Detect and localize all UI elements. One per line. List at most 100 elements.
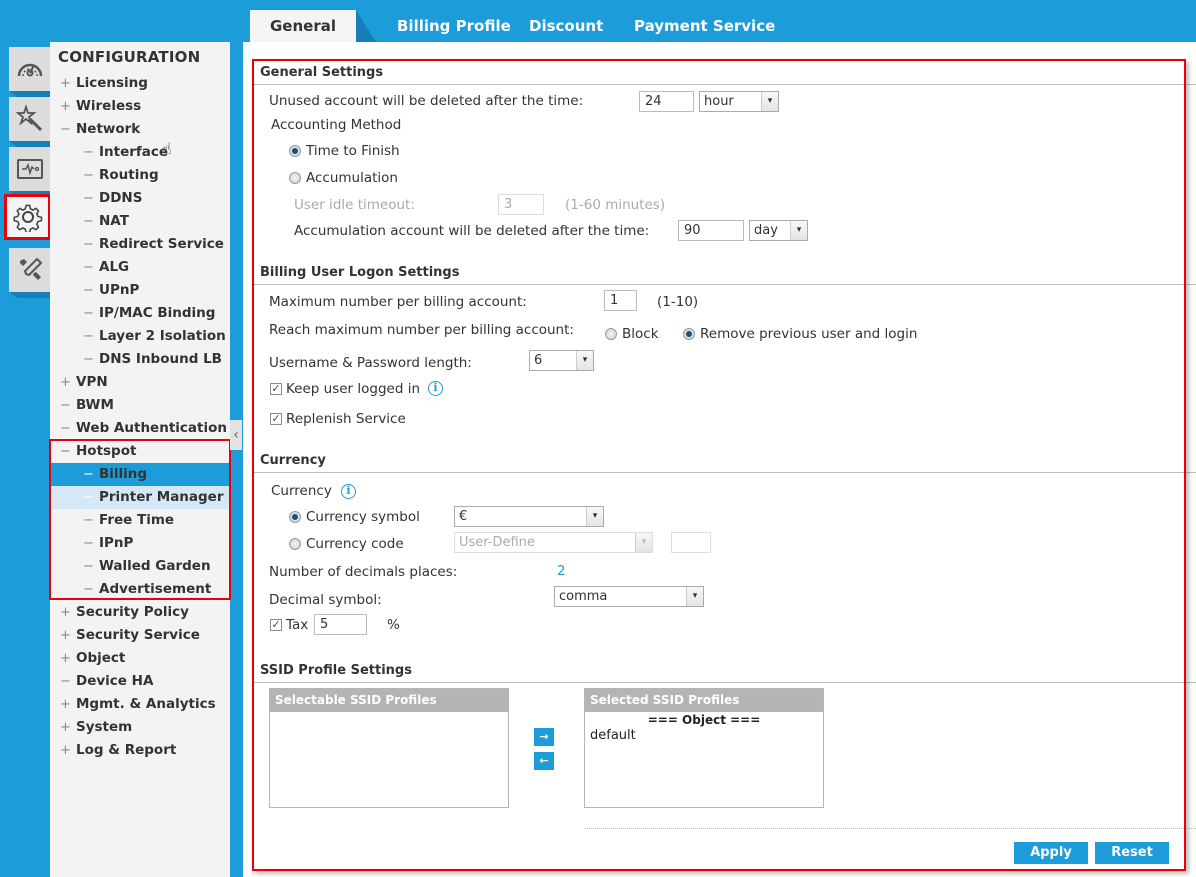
tab-billing-profile[interactable]: Billing Profile bbox=[397, 10, 511, 42]
reset-button[interactable]: Reset bbox=[1095, 842, 1169, 864]
accumulation-delete-unit-select[interactable]: day ▾ bbox=[749, 220, 808, 241]
nav-item-log-report[interactable]: + Log & Report bbox=[50, 739, 230, 762]
tab-general[interactable]: General bbox=[250, 10, 356, 42]
collapse-icon: − bbox=[83, 306, 94, 321]
nav-item-hotspot[interactable]: − Hotspot bbox=[50, 440, 230, 463]
nav-item-ipnp[interactable]: − IPnP bbox=[50, 532, 230, 555]
nav-item-wireless[interactable]: + Wireless bbox=[50, 95, 230, 118]
chevron-down-icon: ▾ bbox=[635, 533, 652, 552]
chevron-down-icon: ▾ bbox=[790, 221, 807, 240]
collapse-icon: − bbox=[83, 260, 94, 275]
nav-item-device-ha[interactable]: − Device HA bbox=[50, 670, 230, 693]
nav-item-free-time[interactable]: − Free Time bbox=[50, 509, 230, 532]
nav-item-label: UPnP bbox=[99, 282, 140, 298]
rail-dashboard[interactable] bbox=[9, 47, 50, 91]
max-number-label: Maximum number per billing account: bbox=[269, 294, 527, 310]
block-label: Block bbox=[622, 326, 659, 342]
replenish-service-checkbox[interactable]: ✓ bbox=[270, 413, 282, 425]
idle-timeout-input[interactable]: 3 bbox=[498, 194, 544, 215]
move-left-button[interactable]: ← bbox=[534, 752, 554, 770]
nav-item-object[interactable]: + Object bbox=[50, 647, 230, 670]
info-icon[interactable]: i bbox=[341, 484, 356, 499]
remove-previous-radio[interactable] bbox=[683, 328, 695, 340]
accumulation-delete-label: Accumulation account will be deleted aft… bbox=[294, 223, 650, 239]
expand-icon: + bbox=[60, 375, 71, 390]
collapse-icon: − bbox=[60, 398, 71, 413]
tax-label: Tax bbox=[286, 617, 309, 633]
block-radio[interactable] bbox=[605, 328, 617, 340]
collapse-nav-handle[interactable]: ‹ bbox=[230, 420, 242, 450]
nav-item-licensing[interactable]: + Licensing bbox=[50, 72, 230, 95]
max-number-input[interactable]: 1 bbox=[604, 290, 637, 311]
nav-item-interface[interactable]: − Interface bbox=[50, 141, 230, 164]
nav-item-security-policy[interactable]: + Security Policy bbox=[50, 601, 230, 624]
currency-code-value: User-Define bbox=[459, 535, 535, 550]
accumulation-radio[interactable] bbox=[289, 172, 301, 184]
time-to-finish-radio[interactable] bbox=[289, 145, 301, 157]
keep-logged-in-checkbox[interactable]: ✓ bbox=[270, 383, 282, 395]
collapse-icon: − bbox=[83, 352, 94, 367]
collapse-icon: − bbox=[83, 168, 94, 183]
nav-item-billing[interactable]: − Billing bbox=[50, 463, 230, 486]
list-item[interactable]: default bbox=[585, 728, 823, 746]
decimal-symbol-select[interactable]: comma ▾ bbox=[554, 586, 704, 607]
unused-account-unit-select[interactable]: hour ▾ bbox=[699, 91, 779, 112]
tab-discount[interactable]: Discount bbox=[529, 10, 603, 42]
nav-item-upnp[interactable]: − UPnP bbox=[50, 279, 230, 302]
nav-item-walled-garden[interactable]: − Walled Garden bbox=[50, 555, 230, 578]
decimal-symbol-value: comma bbox=[559, 589, 608, 604]
apply-button[interactable]: Apply bbox=[1014, 842, 1088, 864]
expand-icon: + bbox=[60, 743, 71, 758]
nav-item-vpn[interactable]: + VPN bbox=[50, 371, 230, 394]
nav-item-bwm[interactable]: − BWM bbox=[50, 394, 230, 417]
info-icon[interactable]: i bbox=[428, 381, 443, 396]
nav-item-label: Security Service bbox=[76, 627, 200, 643]
nav-item-layer-2-isolation[interactable]: − Layer 2 Isolation bbox=[50, 325, 230, 348]
idle-timeout-hint: (1-60 minutes) bbox=[565, 197, 666, 213]
nav-item-web-authentication[interactable]: − Web Authentication bbox=[50, 417, 230, 440]
nav-item-alg[interactable]: − ALG bbox=[50, 256, 230, 279]
move-right-button[interactable]: → bbox=[534, 728, 554, 746]
selected-ssid-list[interactable]: Selected SSID Profiles === Object === de… bbox=[584, 688, 824, 808]
nav-item-dns-inbound-lb[interactable]: − DNS Inbound LB bbox=[50, 348, 230, 371]
nav-item-label: VPN bbox=[76, 374, 108, 390]
selected-ssid-header: Selected SSID Profiles bbox=[585, 689, 823, 712]
nav-item-system[interactable]: + System bbox=[50, 716, 230, 739]
decimals-label: Number of decimals places: bbox=[269, 564, 458, 580]
currency-code-radio[interactable] bbox=[289, 538, 301, 550]
nav-item-mgmt-analytics[interactable]: + Mgmt. & Analytics bbox=[50, 693, 230, 716]
currency-label: Currency bbox=[271, 483, 332, 499]
tab-payment-service[interactable]: Payment Service bbox=[634, 10, 775, 42]
nav-item-security-service[interactable]: + Security Service bbox=[50, 624, 230, 647]
password-length-select[interactable]: 6 ▾ bbox=[529, 350, 594, 371]
rail-quick-setup[interactable] bbox=[9, 97, 50, 141]
nav-item-label: IP/MAC Binding bbox=[99, 305, 216, 321]
selectable-ssid-list[interactable]: Selectable SSID Profiles bbox=[269, 688, 509, 808]
nav-item-advertisement[interactable]: − Advertisement bbox=[50, 578, 230, 601]
idle-timeout-label: User idle timeout: bbox=[294, 197, 415, 213]
rail-monitor[interactable] bbox=[9, 147, 50, 191]
tax-checkbox[interactable]: ✓ bbox=[270, 619, 282, 631]
chevron-down-icon: ▾ bbox=[576, 351, 593, 370]
unused-account-time-input[interactable]: 24 bbox=[639, 91, 694, 112]
expand-icon: + bbox=[60, 628, 71, 643]
nav-item-ip-mac-binding[interactable]: − IP/MAC Binding bbox=[50, 302, 230, 325]
currency-symbol-select[interactable]: € ▾ bbox=[454, 506, 604, 527]
currency-code-input[interactable] bbox=[671, 532, 711, 553]
rail-maintenance[interactable] bbox=[9, 248, 50, 292]
tax-input[interactable]: 5 bbox=[314, 614, 367, 635]
rail-configuration[interactable] bbox=[4, 194, 51, 240]
currency-code-select[interactable]: User-Define ▾ bbox=[454, 532, 653, 553]
nav-item-label: Wireless bbox=[76, 98, 142, 114]
collapse-icon: − bbox=[83, 490, 94, 505]
accumulation-delete-input[interactable]: 90 bbox=[678, 220, 744, 241]
section-divider bbox=[254, 284, 1196, 285]
nav-item-nat[interactable]: − NAT bbox=[50, 210, 230, 233]
nav-item-printer-manager[interactable]: − Printer Manager bbox=[50, 486, 230, 509]
reach-max-label: Reach maximum number per billing account… bbox=[269, 322, 574, 338]
nav-item-routing[interactable]: − Routing bbox=[50, 164, 230, 187]
nav-item-redirect-service[interactable]: − Redirect Service bbox=[50, 233, 230, 256]
nav-item-ddns[interactable]: − DDNS bbox=[50, 187, 230, 210]
currency-symbol-radio[interactable] bbox=[289, 511, 301, 523]
nav-item-network[interactable]: − Network bbox=[50, 118, 230, 141]
